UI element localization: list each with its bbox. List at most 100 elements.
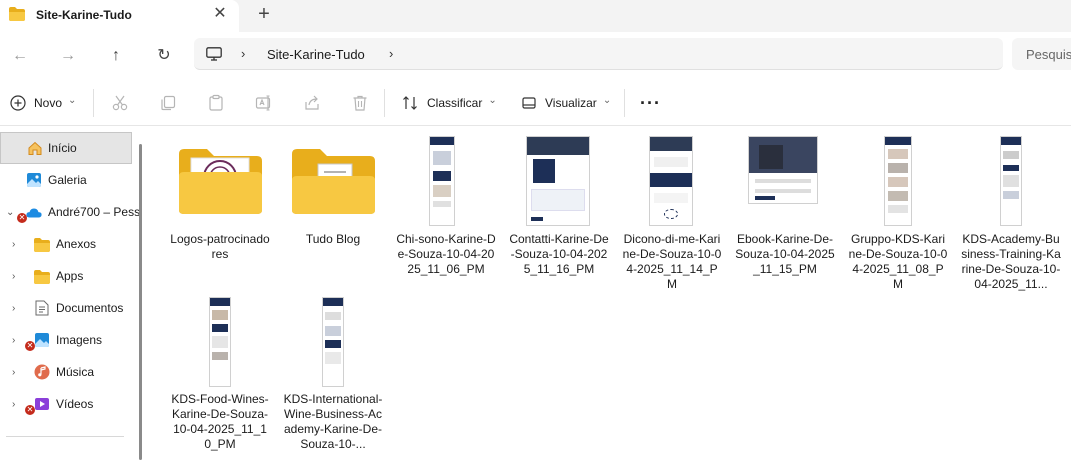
delete-icon[interactable] [351, 94, 369, 112]
tab-site-karine-tudo[interactable]: Site-Karine-Tudo ✕ [0, 0, 239, 32]
sidebar-item-inicio[interactable]: Início [0, 132, 132, 164]
sidebar-scrollbar[interactable] [139, 144, 142, 460]
view-label: Visualizar [545, 96, 597, 110]
music-icon [34, 364, 50, 380]
sort-button[interactable]: Classificar ⌄ [402, 91, 497, 115]
sidebar-item-label: Imagens [56, 333, 103, 347]
file-name: Dicono-di-me-Karine-De-Souza-10-04-2025_… [622, 232, 722, 291]
chevron-right-icon[interactable]: › [12, 335, 15, 346]
sidebar-item-label: Anexos [56, 237, 97, 251]
navigation-pane: Início Galeria ⌄ ✕ André700 – Pess › Ane… [0, 126, 140, 460]
file-name: Tudo Blog [305, 232, 361, 246]
copy-icon[interactable] [159, 94, 177, 112]
sidebar-item-label: Documentos [56, 301, 124, 315]
breadcrumb-chevron-icon[interactable]: › [389, 46, 393, 61]
search-placeholder: Pesquis [1026, 47, 1071, 62]
folder-icon [292, 149, 375, 214]
refresh-button[interactable]: ↻ [152, 45, 176, 67]
new-tab-button[interactable]: + [256, 3, 272, 25]
file-name: KDS-International-Wine-Business-Academy-… [283, 392, 383, 451]
videos-icon [35, 398, 49, 410]
address-bar[interactable]: › Site-Karine-Tudo › [194, 38, 1003, 70]
image-thumbnail [650, 137, 692, 225]
sidebar-item-documentos[interactable]: › Documentos [0, 292, 132, 324]
tab-bar: Site-Karine-Tudo ✕ + [0, 0, 1071, 32]
chevron-down-icon: ⌄ [602, 94, 612, 106]
view-icon [522, 97, 536, 109]
home-icon [28, 141, 42, 155]
sidebar-item-label: Música [56, 365, 95, 379]
image-thumbnail [210, 298, 230, 386]
folder-icon [9, 7, 25, 21]
divider [6, 436, 124, 437]
folder-icon [34, 238, 50, 252]
close-tab-icon[interactable]: ✕ [212, 4, 228, 24]
sidebar-item-musica[interactable]: › Música [0, 356, 132, 388]
sidebar-item-label: Galeria [48, 173, 87, 187]
command-bar: Novo ⌄ Classificar ⌄ Visualizar ⌄ ··· [0, 80, 1071, 126]
image-thumbnail [323, 298, 343, 386]
breadcrumb-item[interactable]: Site-Karine-Tudo [267, 47, 365, 62]
sidebar-item-onedrive[interactable]: ⌄ ✕ André700 – Pess [0, 196, 140, 228]
plus-circle-icon [10, 95, 26, 111]
chevron-right-icon[interactable]: › [12, 399, 15, 410]
sidebar-item-label: Vídeos [56, 397, 94, 411]
this-pc-icon [206, 47, 222, 61]
new-button[interactable]: Novo ⌄ [10, 91, 76, 115]
forward-button[interactable]: → [56, 45, 80, 67]
file-name: Gruppo-KDS-Karine-De-Souza-10-04-2025_11… [848, 232, 948, 291]
chevron-right-icon[interactable]: › [12, 303, 15, 314]
share-icon[interactable] [303, 94, 321, 112]
sidebar-item-videos[interactable]: › ✕ Vídeos [0, 388, 132, 420]
rename-icon[interactable] [255, 94, 273, 112]
tab-title: Site-Karine-Tudo [36, 8, 132, 22]
breadcrumb-chevron-icon[interactable]: › [241, 46, 245, 61]
sidebar-item-galeria[interactable]: Galeria [0, 164, 132, 196]
chevron-down-icon: ⌄ [488, 94, 497, 106]
pictures-icon [35, 333, 49, 347]
folder-icon [179, 149, 262, 214]
file-name: Ebook-Karine-De-Souza-10-04-2025_11_15_P… [735, 232, 835, 276]
file-list: Logos-patrocinadores Tudo Blog Chi-sono-… [148, 126, 1071, 460]
file-name: KDS-Academy-Business-Training-Karine-De-… [961, 232, 1061, 291]
image-thumbnail [885, 137, 911, 225]
cut-icon[interactable] [111, 94, 129, 112]
sidebar-item-label: André700 – Pess [48, 205, 141, 219]
search-box[interactable]: Pesquis [1012, 38, 1071, 70]
error-status-icon: ✕ [25, 405, 35, 415]
file-name: Chi-sono-Karine-De-Souza-10-04-2025_11_0… [396, 232, 496, 276]
sidebar-item-label: Início [48, 141, 77, 155]
image-thumbnail [749, 137, 817, 203]
chevron-down-icon[interactable]: ⌄ [6, 207, 14, 218]
error-status-icon: ✕ [17, 213, 27, 223]
folder-icon [34, 270, 50, 284]
chevron-right-icon[interactable]: › [12, 271, 15, 282]
more-options-icon[interactable]: ··· [640, 93, 661, 114]
sort-icon [403, 96, 417, 110]
sidebar-item-anexos[interactable]: › Anexos [0, 228, 132, 260]
sidebar-item-imagens[interactable]: › ✕ Imagens [0, 324, 132, 356]
error-status-icon: ✕ [25, 341, 35, 351]
onedrive-icon [26, 208, 42, 218]
file-name: Contatti-Karine-De-Souza-10-04-2025_11_1… [509, 232, 609, 276]
chevron-right-icon[interactable]: › [12, 239, 15, 250]
chevron-down-icon: ⌄ [68, 94, 77, 106]
navigation-bar: ← → ↑ ↻ › Site-Karine-Tudo › Pesquis [0, 32, 1071, 80]
chevron-right-icon[interactable]: › [12, 367, 15, 378]
sidebar-item-apps[interactable]: › Apps [0, 260, 132, 292]
gallery-icon [27, 173, 41, 187]
paste-icon[interactable] [207, 94, 225, 112]
divider [93, 89, 94, 117]
file-name: KDS-Food-Wines-Karine-De-Souza-10-04-202… [171, 392, 269, 451]
image-thumbnail [527, 137, 589, 225]
file-name: Logos-patrocinadores [170, 232, 270, 261]
image-thumbnail [430, 137, 454, 225]
divider [384, 89, 385, 117]
up-button[interactable]: ↑ [104, 45, 128, 67]
documents-icon [35, 300, 49, 316]
view-button[interactable]: Visualizar ⌄ [521, 91, 611, 115]
sidebar-item-label: Apps [56, 269, 84, 283]
back-button[interactable]: ← [8, 45, 32, 67]
image-thumbnail [1001, 137, 1021, 225]
new-label: Novo [34, 96, 63, 110]
